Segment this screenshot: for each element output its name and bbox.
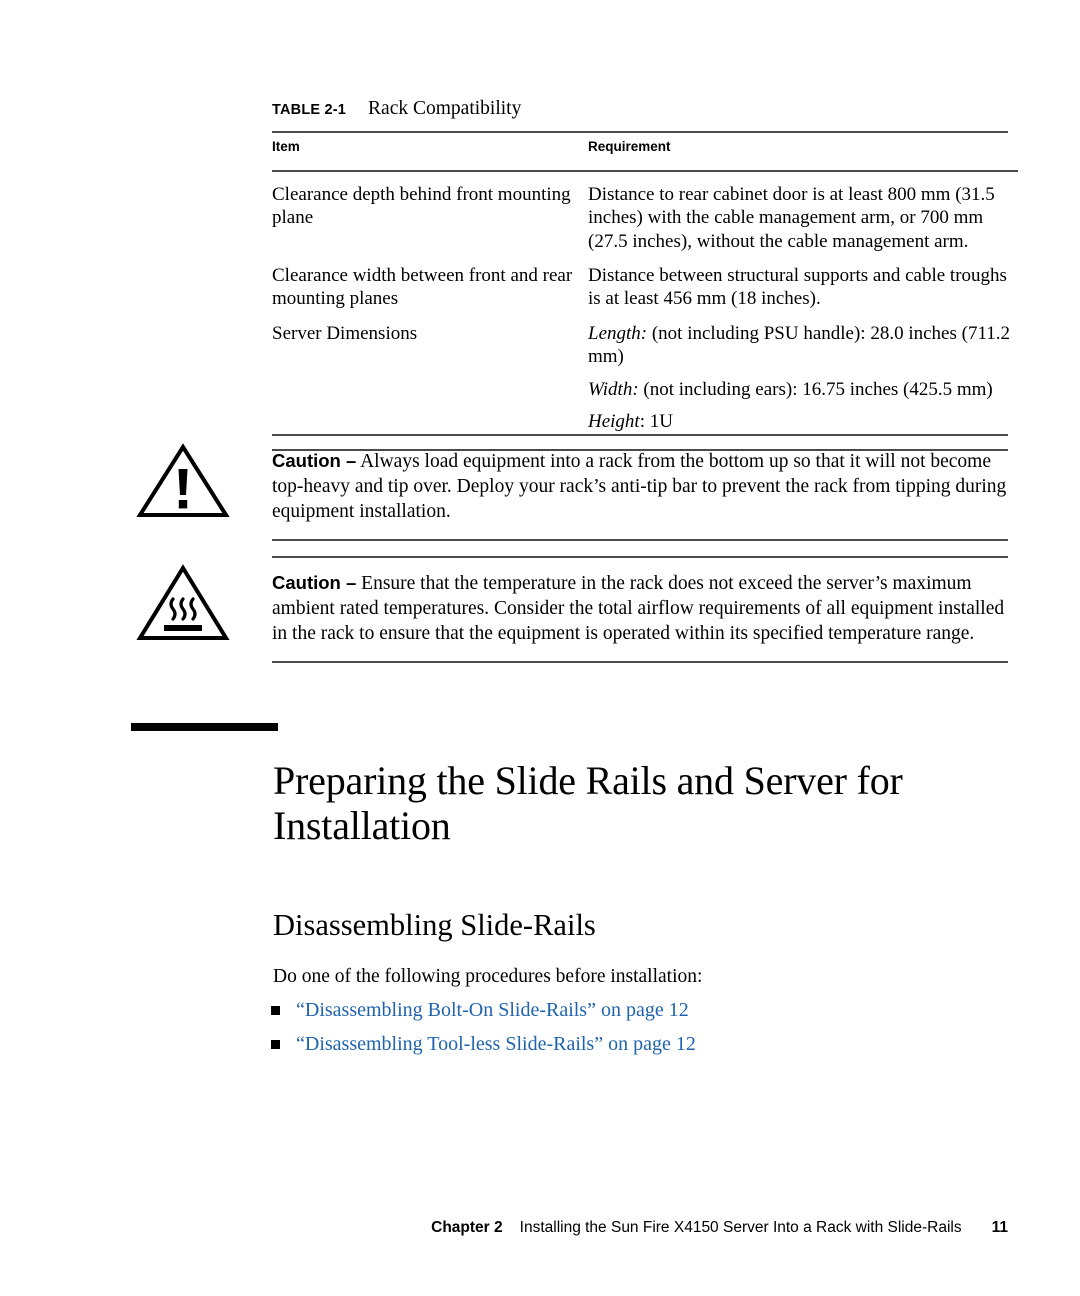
dimension-term: Height — [588, 410, 640, 432]
caution-block-temperature: Caution – Ensure that the temperature in… — [272, 556, 1008, 664]
cross-reference-link[interactable]: “Disassembling Tool-less Slide-Rails” on… — [296, 1032, 696, 1057]
table-number-label: TABLE 2-1 — [272, 102, 347, 118]
dimension-value: (not including ears): 16.75 inches (425.… — [638, 378, 993, 400]
table-cell-requirement: Distance between structural supports and… — [588, 265, 1007, 310]
document-page: TABLE 2-1 Rack Compatibility Item Requir… — [0, 0, 1080, 1296]
cross-reference-link[interactable]: “Disassembling Bolt-On Slide-Rails” on p… — [296, 998, 689, 1023]
caution-text: Caution – Ensure that the temperature in… — [272, 558, 1008, 661]
rack-compatibility-table-block: TABLE 2-1 Rack Compatibility Item Requir… — [272, 98, 1018, 452]
list-item: “Disassembling Tool-less Slide-Rails” on… — [271, 1032, 1011, 1057]
caution-block-tip-over: Caution – Always load equipment into a r… — [272, 434, 1008, 542]
cross-reference-list: “Disassembling Bolt-On Slide-Rails” on p… — [271, 998, 1011, 1066]
dimension-line-length: Length: (not including PSU handle): 28.0… — [588, 322, 1018, 369]
section-heading: Disassembling Slide-Rails — [273, 908, 596, 942]
footer-page-number: 11 — [991, 1219, 1008, 1236]
caution-label: Caution – — [272, 450, 357, 471]
footer-title: Installing the Sun Fire X4150 Server Int… — [519, 1219, 962, 1236]
square-bullet-icon — [271, 1006, 280, 1015]
caution-body: Always load equipment into a rack from t… — [272, 451, 1007, 523]
table-header-rule-row — [272, 161, 1018, 174]
table-cell-requirement: Distance to rear cabinet door is at leas… — [588, 184, 995, 252]
dimension-term: Width: — [588, 378, 639, 400]
table-row-dimensions: Server Dimensions Length: (not including… — [272, 313, 1018, 435]
page-title: Preparing the Slide Rails and Server for… — [273, 758, 903, 848]
table-caption: TABLE 2-1 Rack Compatibility — [272, 98, 1008, 120]
table-cell-dimensions: Length: (not including PSU handle): 28.0… — [588, 313, 1018, 435]
footer-chapter: Chapter 2 — [431, 1219, 503, 1236]
caution-bottom-rule — [272, 661, 1008, 664]
table-cell-item: Clearance width between front and rear m… — [272, 265, 573, 310]
dimension-line-height: Height: 1U — [588, 410, 1018, 433]
caution-bottom-rule — [272, 539, 1008, 542]
caution-label: Caution – — [272, 572, 357, 593]
dimension-value: : 1U — [639, 410, 673, 432]
table-header-row: Item Requirement — [272, 133, 1018, 161]
table-header-requirement: Requirement — [588, 139, 671, 154]
table-cell-item: Server Dimensions — [272, 322, 418, 344]
section-intro-text: Do one of the following procedures befor… — [273, 966, 703, 987]
rack-compatibility-table: Item Requirement Clearance depth behind … — [272, 133, 1018, 435]
dimension-line-width: Width: (not including ears): 16.75 inche… — [588, 378, 1018, 401]
table-cell-item: Clearance depth behind front mounting pl… — [272, 184, 571, 229]
warning-triangle-exclamation-icon — [136, 441, 230, 521]
hot-surface-triangle-icon — [136, 563, 230, 643]
caution-text: Caution – Always load equipment into a r… — [272, 436, 1008, 539]
dimension-value: (not including PSU handle): 28.0 inches … — [588, 322, 1011, 368]
table-caption-text: Rack Compatibility — [368, 98, 522, 119]
chapter-heading-rule — [131, 723, 278, 731]
table-row: Clearance width between front and rear m… — [272, 255, 1018, 313]
table-header-rule — [272, 161, 1018, 174]
page-footer: Chapter 2 Installing the Sun Fire X4150 … — [0, 1219, 1080, 1237]
table-header-item: Item — [272, 139, 300, 154]
list-item: “Disassembling Bolt-On Slide-Rails” on p… — [271, 998, 1011, 1023]
caution-body: Ensure that the temperature in the rack … — [272, 573, 1005, 645]
square-bullet-icon — [271, 1040, 280, 1049]
dimension-term: Length: — [588, 322, 648, 344]
table-row: Clearance depth behind front mounting pl… — [272, 174, 1018, 255]
